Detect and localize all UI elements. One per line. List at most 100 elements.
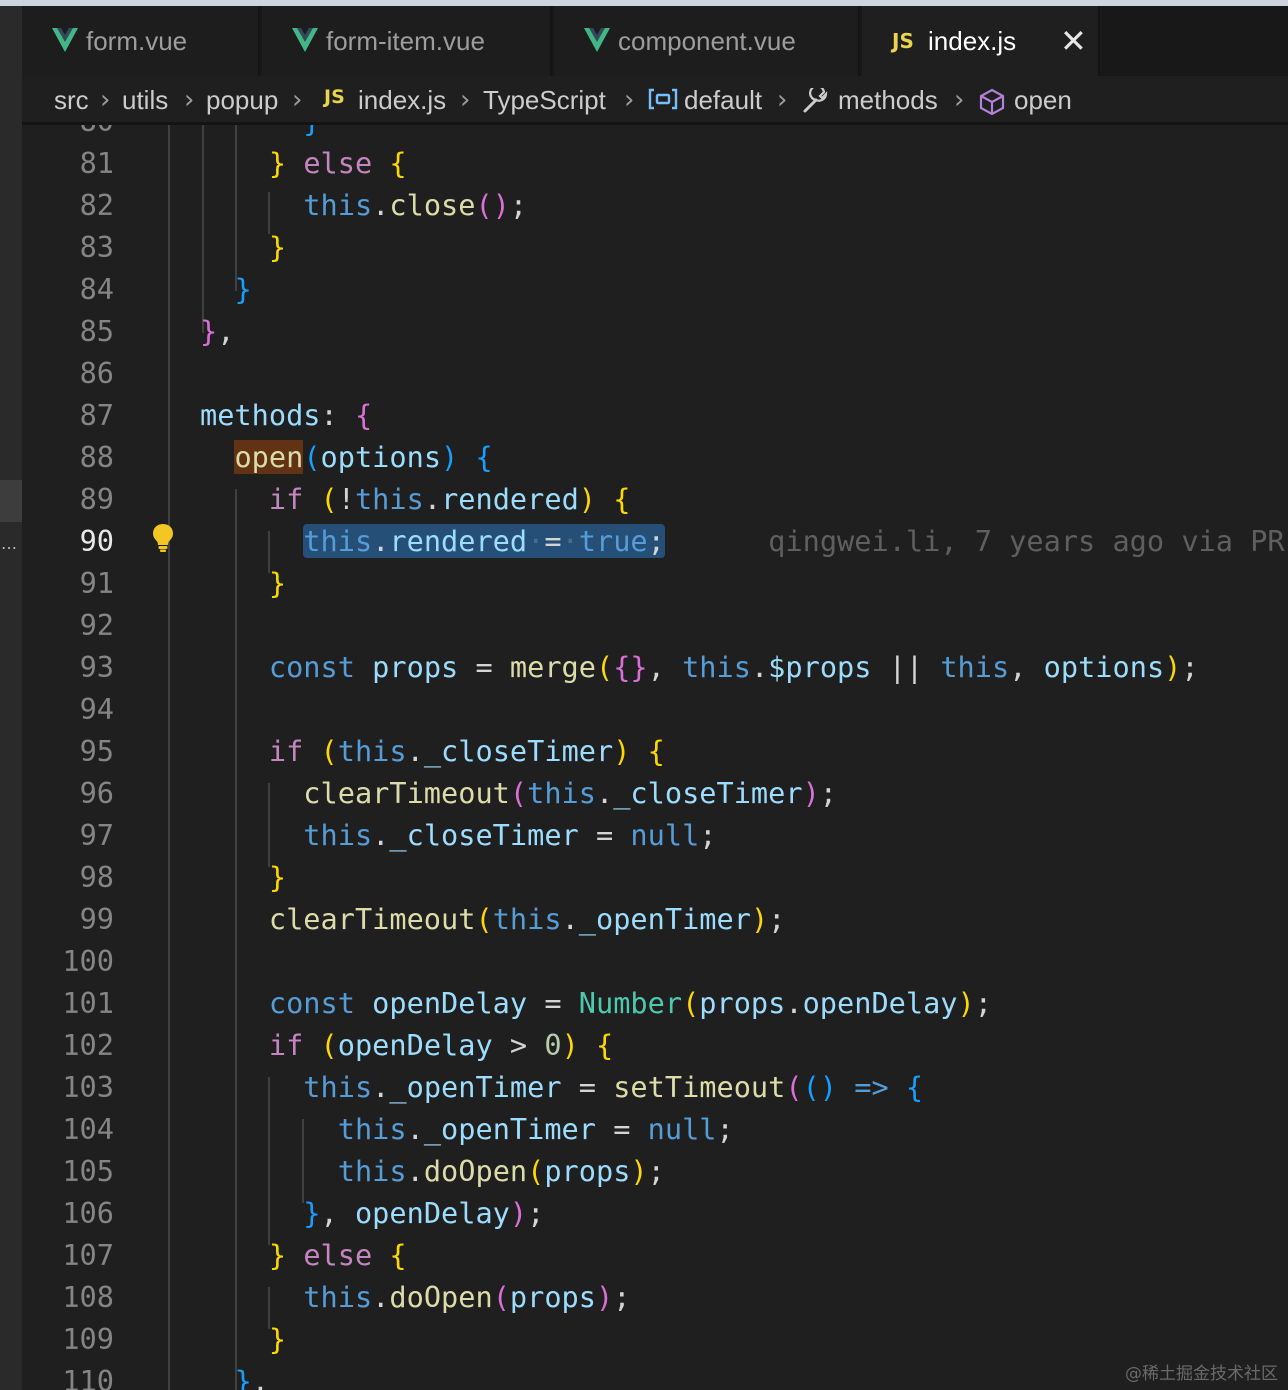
chevron-right-icon: › [292,85,303,115]
line-number: 110 [62,1364,114,1390]
line-number: 84 [79,272,114,306]
code-line: 102 if (openDelay > 0) { [22,1024,1288,1066]
line-number: 97 [79,818,114,852]
line-number: 83 [79,230,114,264]
tab-component-vue[interactable]: component.vue [554,6,860,76]
code-line: 89 if (!this.rendered) { [22,478,1288,520]
code-line: 97 this._closeTimer = null; [22,814,1288,856]
line-number: 94 [79,692,114,726]
code-text: }, openDelay); [303,1196,545,1230]
code-text: this.doOpen(props); [303,1280,631,1314]
tab-label: index.js [928,26,1017,56]
code-text: if (!this.rendered) { [268,482,631,516]
chevron-right-icon: › [184,85,195,115]
line-number: 93 [79,650,114,684]
code-line: 95 if (this._closeTimer) { [22,730,1288,772]
code-line: 87 methods: { [22,394,1288,436]
line-number: 102 [62,1028,114,1062]
code-text: }, [234,1364,269,1390]
variable-icon [648,88,678,110]
code-text: } else { [268,146,407,180]
chevron-right-icon: › [954,85,965,115]
tab-form-item-vue[interactable]: form-item.vue [262,6,552,76]
line-number: 95 [79,734,114,768]
line-number: 105 [62,1154,114,1188]
code-text: } [268,860,287,894]
breadcrumb-item-default[interactable]: default [684,84,762,116]
line-number: 91 [79,566,114,600]
close-icon[interactable]: ✕ [1060,6,1087,76]
code-line: 88 open(options) { [22,436,1288,478]
chevron-right-icon: › [100,85,111,115]
line-number: 89 [79,482,114,516]
code-text: }, [200,314,235,348]
code-text: const props = merge({}, this.$props || t… [268,650,1199,684]
code-line: 108 this.doOpen(props); [22,1276,1288,1318]
line-number: 86 [79,356,114,390]
activity-bar-active-item[interactable] [0,480,22,522]
line-number: 100 [62,944,114,978]
code-line: 101 const openDelay = Number(props.openD… [22,982,1288,1024]
code-line-current: 90 this.rendered·=·true; qingwei.li, 7 y… [22,520,1288,562]
code-line: 100 [22,940,1288,982]
line-number: 92 [79,608,114,642]
line-number: 103 [62,1070,114,1104]
line-number: 82 [79,188,114,222]
breadcrumb-item-popup[interactable]: popup [206,84,278,116]
code-line: 106 }, openDelay); [22,1192,1288,1234]
chevron-right-icon: › [460,85,471,115]
breadcrumb-item-open[interactable]: open [1014,84,1072,116]
line-number: 101 [62,986,114,1020]
code-text: open(options) { [234,440,493,474]
code-line: 91 } [22,562,1288,604]
breadcrumb-item-src[interactable]: src [54,84,89,116]
breadcrumb-item-utils[interactable]: utils [122,84,168,116]
code-text: this.rendered·=·true; qingwei.li, 7 year… [200,520,1288,562]
line-number: 96 [79,776,114,810]
code-editor[interactable]: 80 } 81 } else { 82 this.close(); 83 } 8… [22,125,1288,1390]
breadcrumb-item-methods[interactable]: methods [838,84,938,116]
breadcrumb: src › utils › popup › JS index.js › Type… [22,76,1288,122]
vue-icon [584,28,610,52]
breadcrumb-item-typescript[interactable]: TypeScript [483,84,606,116]
code-line: 104 this._openTimer = null; [22,1108,1288,1150]
code-text: if (this._closeTimer) { [268,734,665,768]
line-number: 90 [79,524,114,558]
line-number: 80 [22,125,114,142]
vue-icon [292,28,318,52]
tab-index-js[interactable]: JS index.js ✕ [862,6,1100,76]
vue-icon [52,28,78,52]
code-line: 103 this._openTimer = setTimeout(() => { [22,1066,1288,1108]
line-number: 81 [79,146,114,180]
activity-bar-more-icon[interactable]: … [1,536,17,552]
code-text: } [200,125,320,142]
js-icon: JS [324,86,345,108]
line-number: 104 [62,1112,114,1146]
code-line: 93 const props = merge({}, this.$props |… [22,646,1288,688]
code-line: 92 [22,604,1288,646]
code-line: 82 this.close(); [22,184,1288,226]
activity-bar [0,6,22,1390]
code-line: 83 } [22,226,1288,268]
code-text: if (openDelay > 0) { [268,1028,614,1062]
code-text: } [268,1322,287,1356]
code-line: 80 } [22,125,1288,142]
tab-form-vue[interactable]: form.vue [22,6,260,76]
code-text: this._openTimer = setTimeout(() => { [303,1070,924,1104]
code-text: clearTimeout(this._closeTimer); [303,776,838,810]
code-text: } [268,566,287,600]
git-blame-annotation: qingwei.li, 7 years ago via PR # [768,524,1288,558]
code-line: 86 [22,352,1288,394]
code-text: this.doOpen(props); [337,1154,665,1188]
code-text: const openDelay = Number(props.openDelay… [268,986,992,1020]
code-line: 85}, [22,310,1288,352]
line-number: 108 [62,1280,114,1314]
editor-tabs: form.vue form-item.vue component.vue JS … [22,6,1288,76]
line-number: 98 [79,860,114,894]
chevron-right-icon: › [777,85,788,115]
code-line: 99 clearTimeout(this._openTimer); [22,898,1288,940]
line-number: 99 [79,902,114,936]
lightbulb-icon[interactable] [152,523,174,553]
breadcrumb-item-index-js[interactable]: index.js [358,84,446,116]
code-line: 96 clearTimeout(this._closeTimer); [22,772,1288,814]
